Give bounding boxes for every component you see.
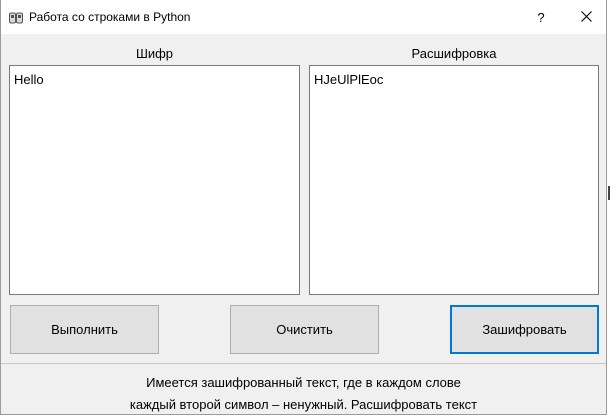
help-button[interactable]: ? — [518, 0, 564, 34]
decryption-textarea[interactable]: HJeUlPlEoc — [309, 65, 599, 295]
clear-button[interactable]: Очистить — [230, 305, 379, 354]
app-window: Работа со строками в Python ? Шифр Расши… — [0, 0, 607, 415]
close-icon — [580, 10, 592, 25]
decryption-label: Расшифровка — [411, 46, 497, 61]
run-button[interactable]: Выполнить — [10, 305, 159, 354]
status-line-2: каждый второй символ – ненужный. Расшифр… — [129, 397, 478, 412]
status-line-1: Имеется зашифрованный текст, где в каждо… — [146, 375, 461, 390]
python-app-icon — [9, 11, 23, 24]
cipher-label: Шифр — [135, 46, 174, 61]
desktop-background — [607, 0, 611, 417]
status-separator — [1, 363, 606, 364]
cipher-textarea[interactable]: Hello — [9, 65, 300, 295]
title-bar[interactable]: Работа со строками в Python ? — [1, 0, 606, 34]
status-text: Имеется зашифрованный текст, где в каждо… — [1, 372, 606, 416]
encrypt-button[interactable]: Зашифровать — [450, 305, 599, 354]
close-button[interactable] — [563, 0, 609, 34]
resize-notch — [608, 186, 610, 200]
window-title: Работа со строками в Python — [29, 10, 191, 24]
